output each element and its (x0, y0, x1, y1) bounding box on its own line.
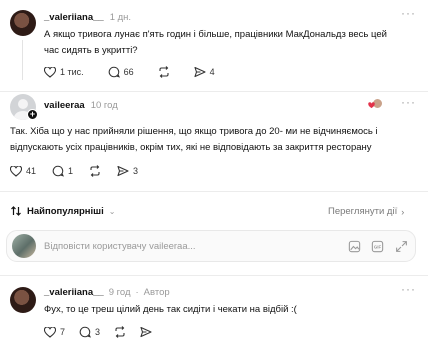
avatar[interactable] (10, 287, 36, 313)
heart-icon (44, 326, 56, 338)
gif-icon[interactable]: GIF (371, 240, 384, 256)
more-options-icon[interactable]: ··· (401, 6, 416, 20)
comment-text: А якщо тривога лунає п'ять годин і більш… (44, 29, 387, 56)
chevron-right-icon: › (401, 206, 405, 217)
divider (0, 91, 428, 92)
divider (0, 275, 428, 276)
reply-input[interactable]: Відповісти користувачу vaileeraa... (44, 241, 196, 252)
comment-text: Так. Хіба що у нас прийняли рішення, що … (10, 126, 378, 153)
follow-plus-icon[interactable]: + (27, 109, 38, 120)
separator: · (135, 287, 139, 298)
svg-text:GIF: GIF (374, 244, 382, 249)
like-button[interactable]: 41 (10, 165, 36, 177)
timestamp: 9 год (108, 287, 131, 298)
comment-header: _valeriiana__ 1 дн. (44, 12, 131, 23)
more-options-icon[interactable]: ··· (401, 95, 416, 109)
reply-button[interactable]: 66 (108, 66, 134, 78)
timestamp: 10 год (90, 100, 118, 111)
thread-line (22, 40, 23, 80)
comment-text: Фух, то це треш цілий день так сидіти і … (44, 304, 297, 315)
sort-dropdown[interactable]: Найпопулярніші ⌄ (10, 205, 115, 217)
current-user-avatar (12, 234, 36, 258)
comment-icon (108, 66, 120, 78)
timestamp: 1 дн. (109, 12, 132, 23)
image-icon[interactable] (348, 240, 361, 256)
like-button[interactable]: 1 тис. (44, 66, 84, 78)
repost-button[interactable] (158, 66, 170, 78)
share-button[interactable]: 4 (194, 66, 215, 78)
repost-button[interactable] (89, 165, 101, 177)
divider (0, 191, 428, 192)
comment-actions: 7 3 (44, 326, 152, 338)
liked-heart-icon (368, 101, 375, 109)
avatar[interactable] (10, 10, 36, 36)
comment-icon (79, 326, 92, 338)
heart-icon (10, 165, 22, 177)
comment-header: _valeriiana__ 9 год · Автор (44, 287, 170, 298)
comment-header: vaileeraa 10 год (44, 100, 118, 111)
sort-label: Найпопулярніші (27, 205, 104, 217)
username[interactable]: _valeriiana__ (44, 287, 104, 298)
share-button[interactable]: 3 (117, 165, 138, 177)
more-options-icon[interactable]: ··· (401, 282, 416, 296)
heart-icon (44, 66, 56, 78)
comment-actions: 1 тис. 66 4 (44, 66, 215, 78)
repost-button[interactable] (114, 326, 126, 338)
username[interactable]: vaileeraa (44, 100, 85, 111)
chevron-down-icon: ⌄ (108, 206, 116, 216)
comment-actions: 41 1 3 (10, 165, 138, 177)
reply-button[interactable]: 3 (79, 326, 100, 338)
username[interactable]: _valeriiana__ (44, 12, 104, 23)
send-icon (140, 326, 152, 338)
view-activity-link[interactable]: Переглянути дії › (328, 206, 404, 217)
repost-icon (159, 66, 169, 78)
sort-arrows-icon (11, 206, 21, 216)
repost-icon (115, 326, 125, 338)
repost-icon (90, 165, 100, 177)
comment-icon (52, 165, 65, 177)
reply-button[interactable]: 1 (52, 165, 73, 177)
author-badge: Автор (143, 287, 170, 298)
expand-icon[interactable] (395, 240, 408, 256)
like-button[interactable]: 7 (44, 326, 65, 338)
share-button[interactable] (140, 326, 152, 338)
send-icon (194, 66, 206, 78)
send-icon (117, 165, 129, 177)
